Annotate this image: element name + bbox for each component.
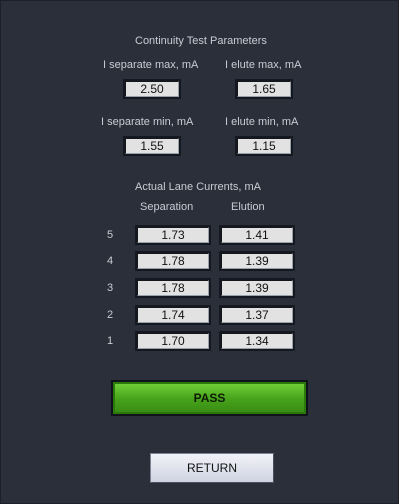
lane-number: 4: [107, 255, 114, 267]
lane-separation-current: 1.74: [135, 305, 211, 325]
lane-number: 1: [107, 335, 114, 347]
elute-max-label: I elute max, mA: [225, 59, 302, 71]
pass-status-button[interactable]: PASS: [113, 382, 306, 414]
sep-min-field[interactable]: 1.55: [123, 136, 181, 156]
lane-elution-current: 1.39: [219, 278, 295, 298]
params-title: Continuity Test Parameters: [135, 35, 267, 47]
continuity-test-panel: Continuity Test Parameters I separate ma…: [0, 0, 399, 504]
lane-separation-current: 1.73: [135, 225, 211, 245]
lane-elution-current: 1.37: [219, 305, 295, 325]
col-elution-header: Elution: [231, 201, 265, 213]
lane-elution-current: 1.39: [219, 251, 295, 271]
elute-max-field[interactable]: 1.65: [235, 79, 293, 99]
lane-separation-current: 1.78: [135, 278, 211, 298]
sep-min-label: I separate min, mA: [101, 116, 194, 128]
elute-min-label: I elute min, mA: [225, 116, 299, 128]
currents-title: Actual Lane Currents, mA: [135, 181, 261, 193]
lane-elution-current: 1.41: [219, 225, 295, 245]
lane-number: 2: [107, 309, 114, 321]
sep-max-field[interactable]: 2.50: [123, 79, 181, 99]
return-button[interactable]: RETURN: [150, 453, 274, 483]
col-separation-header: Separation: [140, 201, 194, 213]
lane-separation-current: 1.78: [135, 251, 211, 271]
lane-number: 3: [107, 282, 114, 294]
lane-number: 5: [107, 229, 114, 241]
lane-separation-current: 1.70: [135, 331, 211, 351]
lane-elution-current: 1.34: [219, 331, 295, 351]
elute-min-field[interactable]: 1.15: [235, 136, 293, 156]
sep-max-label: I separate max, mA: [103, 59, 199, 71]
